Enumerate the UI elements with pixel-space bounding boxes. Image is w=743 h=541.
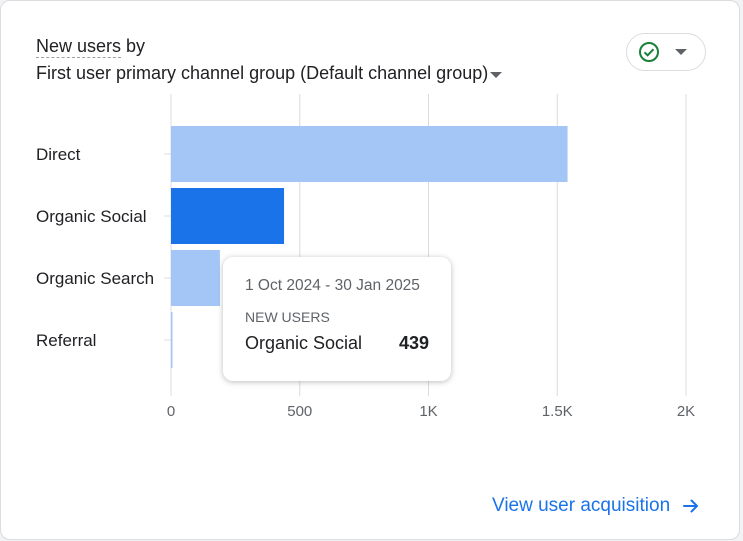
tooltip-row: Organic Social 439: [245, 333, 429, 354]
tooltip-category: Organic Social: [245, 333, 363, 353]
category-label: Organic Search: [36, 269, 154, 288]
x-tick-label: 500: [287, 403, 312, 420]
tooltip-value: 439: [398, 333, 429, 353]
bar-direct: [171, 126, 568, 182]
category-label: Direct: [36, 145, 81, 164]
bar-referral: [171, 312, 173, 368]
category-label: Referral: [36, 331, 96, 350]
bar-organic-search: [171, 250, 220, 306]
bar-organic-social: [171, 188, 285, 244]
footer-link-label: View user acquisition: [492, 495, 671, 516]
x-tick-label: 1.5K: [542, 403, 573, 420]
chart-tooltip: 1 Oct 2024 - 30 Jan 2025 NEW USERS Organ…: [223, 257, 451, 381]
tooltip-date-range: 1 Oct 2024 - 30 Jan 2025: [245, 277, 420, 294]
x-tick-label: 1K: [419, 403, 437, 420]
category-label: Organic Social: [36, 207, 147, 226]
bar-chart: 0 500 1K 1.5K 2KDirectOrganic SocialOrganic …: [36, 94, 695, 420]
view-user-acquisition-link[interactable]: View user acquisition: [492, 495, 700, 517]
new-users-card: New users by First user primary channel …: [0, 0, 740, 540]
x-tick-label: 2K: [677, 403, 695, 420]
tooltip-metric: NEW USERS: [245, 309, 330, 325]
x-tick-label: 0: [167, 403, 175, 420]
arrow-right-icon: [683, 499, 699, 513]
